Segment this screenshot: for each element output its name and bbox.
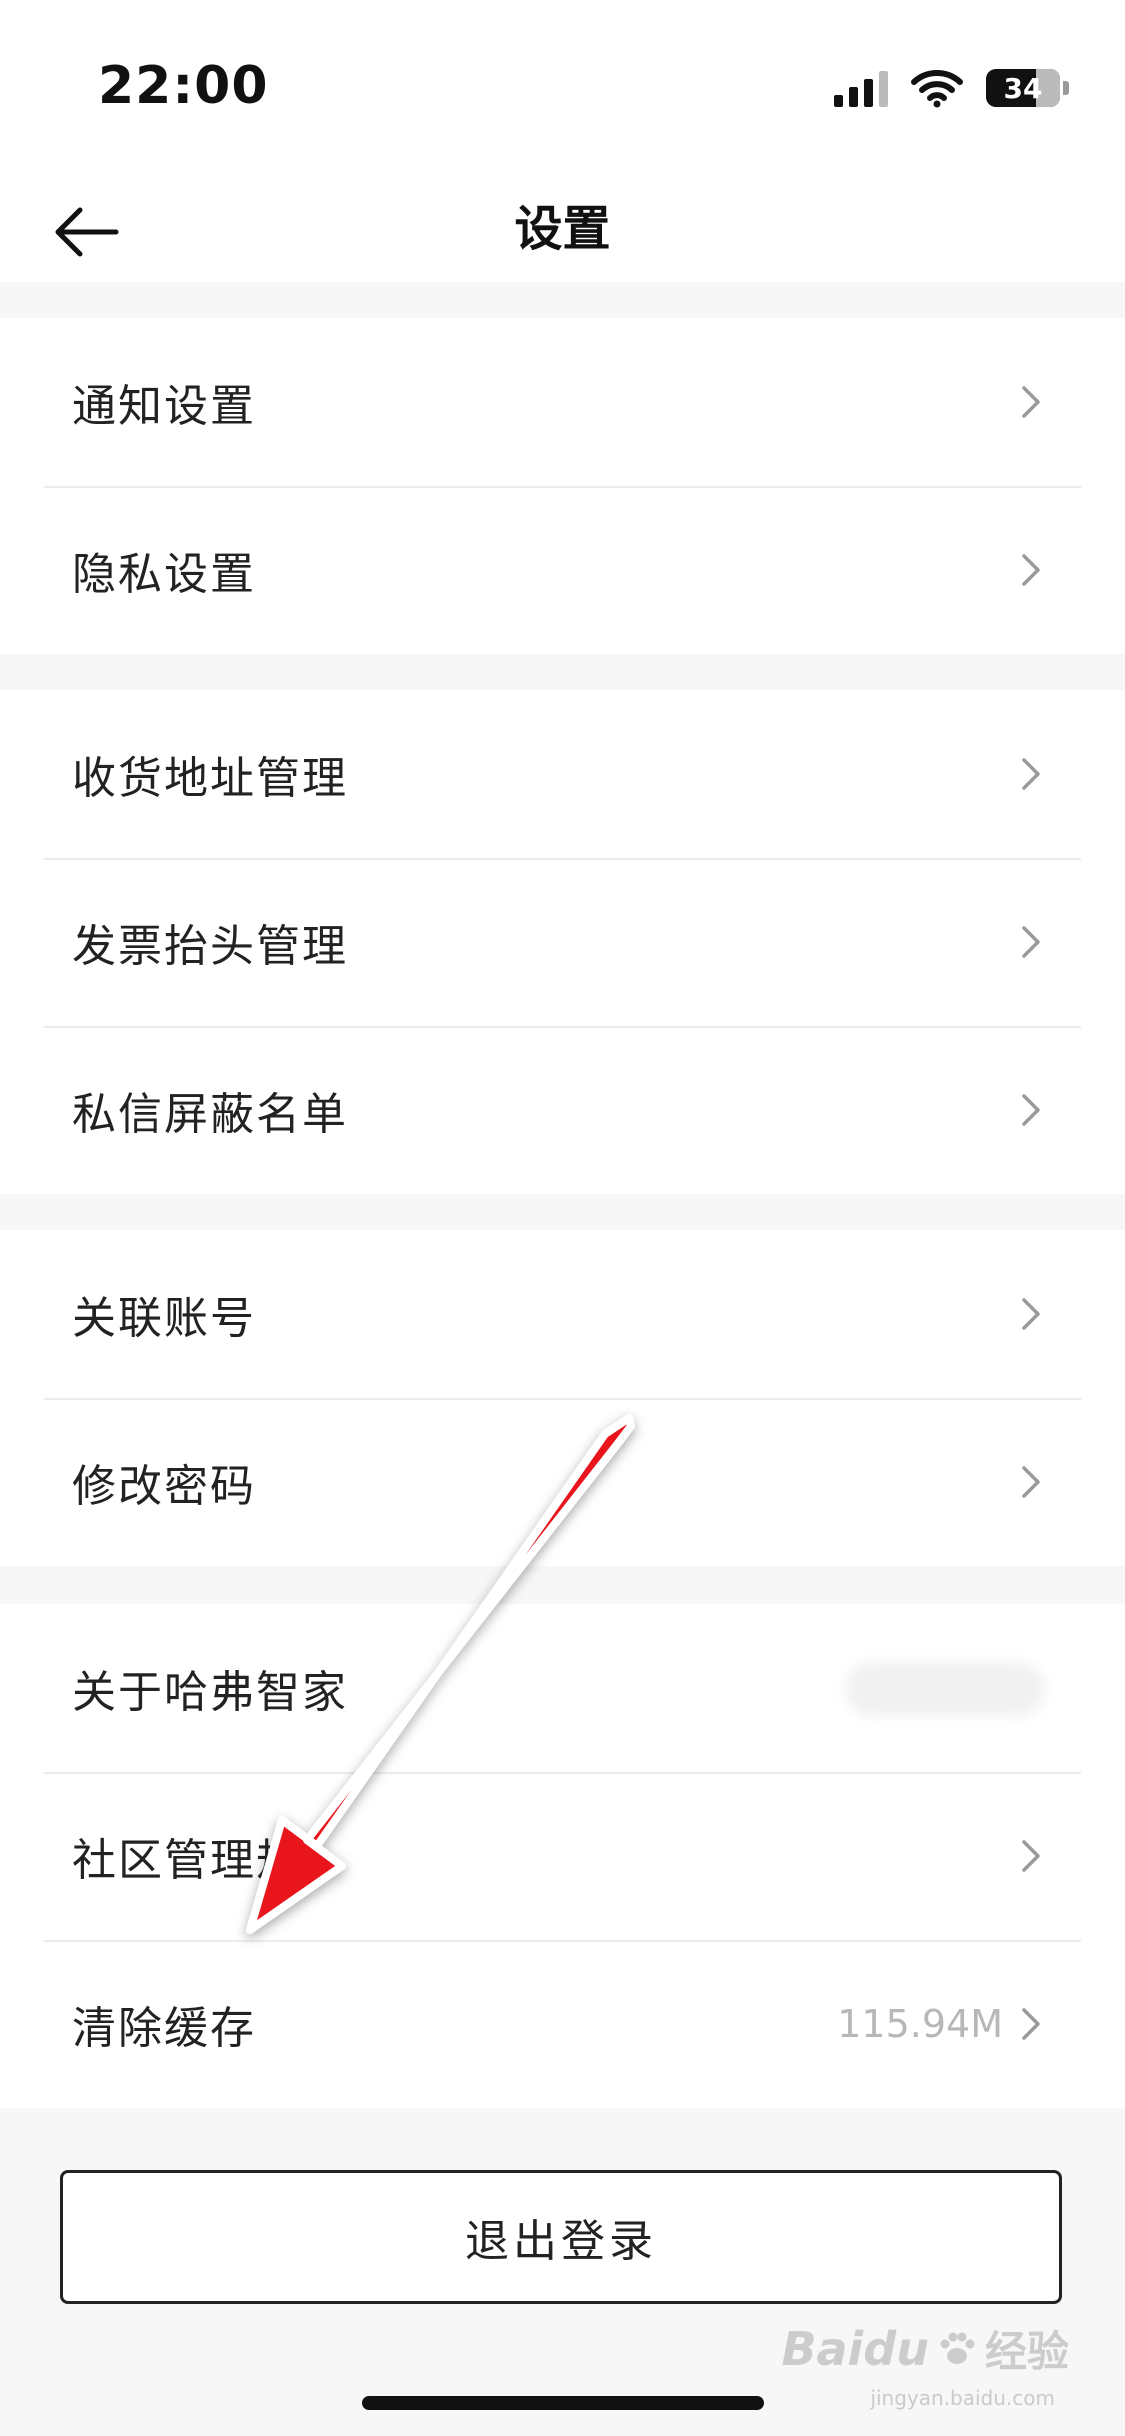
watermark-brand: Baidu [781,2321,929,2376]
cache-size: 115.94M [837,2002,1003,2046]
wifi-icon [911,70,963,108]
settings-group-security: 关联账号 修改密码 [0,1230,1125,1566]
paw-icon [940,2332,975,2364]
status-icons: 34 [834,68,1069,108]
settings-group-notifications: 通知设置 隐私设置 [0,318,1125,654]
watermark-suffix: 经验 [984,2327,1069,2376]
row-change-password[interactable]: 修改密码 [0,1398,1125,1566]
row-community-rules[interactable]: 社区管理规 [0,1772,1125,1940]
row-label: 社区管理规 [72,1835,302,1886]
row-label: 私信屏蔽名单 [72,1089,348,1140]
row-label: 关联账号 [72,1293,256,1344]
chevron-right-icon [1022,1298,1040,1330]
nav-bar: 设置 [0,176,1125,282]
home-indicator [362,2396,764,2410]
status-time: 22:00 [98,56,269,116]
chevron-right-icon [1022,386,1040,418]
settings-group-account-data: 收货地址管理 发票抬头管理 私信屏蔽名单 [0,690,1125,1194]
battery-level: 34 [1003,71,1043,105]
chevron-right-icon [1022,1840,1040,1872]
chevron-right-icon [1022,758,1040,790]
settings-group-about: 关于哈弗智家 社区管理规 清除缓存 115.94M [0,1604,1125,2108]
watermark: Baidu 经验 [781,2318,1069,2379]
logout-button[interactable]: 退出登录 [60,2170,1062,2304]
chevron-right-icon [1022,1466,1040,1498]
signal-icon [834,69,888,107]
row-label: 发票抬头管理 [72,921,348,972]
chevron-right-icon [1022,2008,1040,2040]
page-title: 设置 [514,201,611,257]
row-about-app[interactable]: 关于哈弗智家 [0,1604,1125,1772]
row-address-management[interactable]: 收货地址管理 [0,690,1125,858]
watermark-url: jingyan.baidu.com [870,2386,1055,2410]
chevron-right-icon [1022,1094,1040,1126]
arrow-left-icon [55,207,119,257]
row-privacy-settings[interactable]: 隐私设置 [0,486,1125,654]
row-notification-settings[interactable]: 通知设置 [0,318,1125,486]
status-bar: 22:00 34 [0,0,1125,176]
battery-icon: 34 [986,69,1060,107]
row-label: 修改密码 [72,1461,256,1512]
row-label: 通知设置 [72,381,256,432]
row-linked-accounts[interactable]: 关联账号 [0,1230,1125,1398]
chevron-right-icon [1022,926,1040,958]
row-message-blocklist[interactable]: 私信屏蔽名单 [0,1026,1125,1194]
row-label: 隐私设置 [72,549,256,600]
blurred-version-value [845,1662,1045,1716]
row-clear-cache[interactable]: 清除缓存 115.94M [0,1940,1125,2108]
chevron-right-icon [1022,554,1040,586]
row-label: 收货地址管理 [72,753,348,804]
row-invoice-header-management[interactable]: 发票抬头管理 [0,858,1125,1026]
row-label: 清除缓存 [72,2003,256,2054]
row-label: 关于哈弗智家 [72,1667,348,1718]
back-button[interactable] [46,192,126,272]
